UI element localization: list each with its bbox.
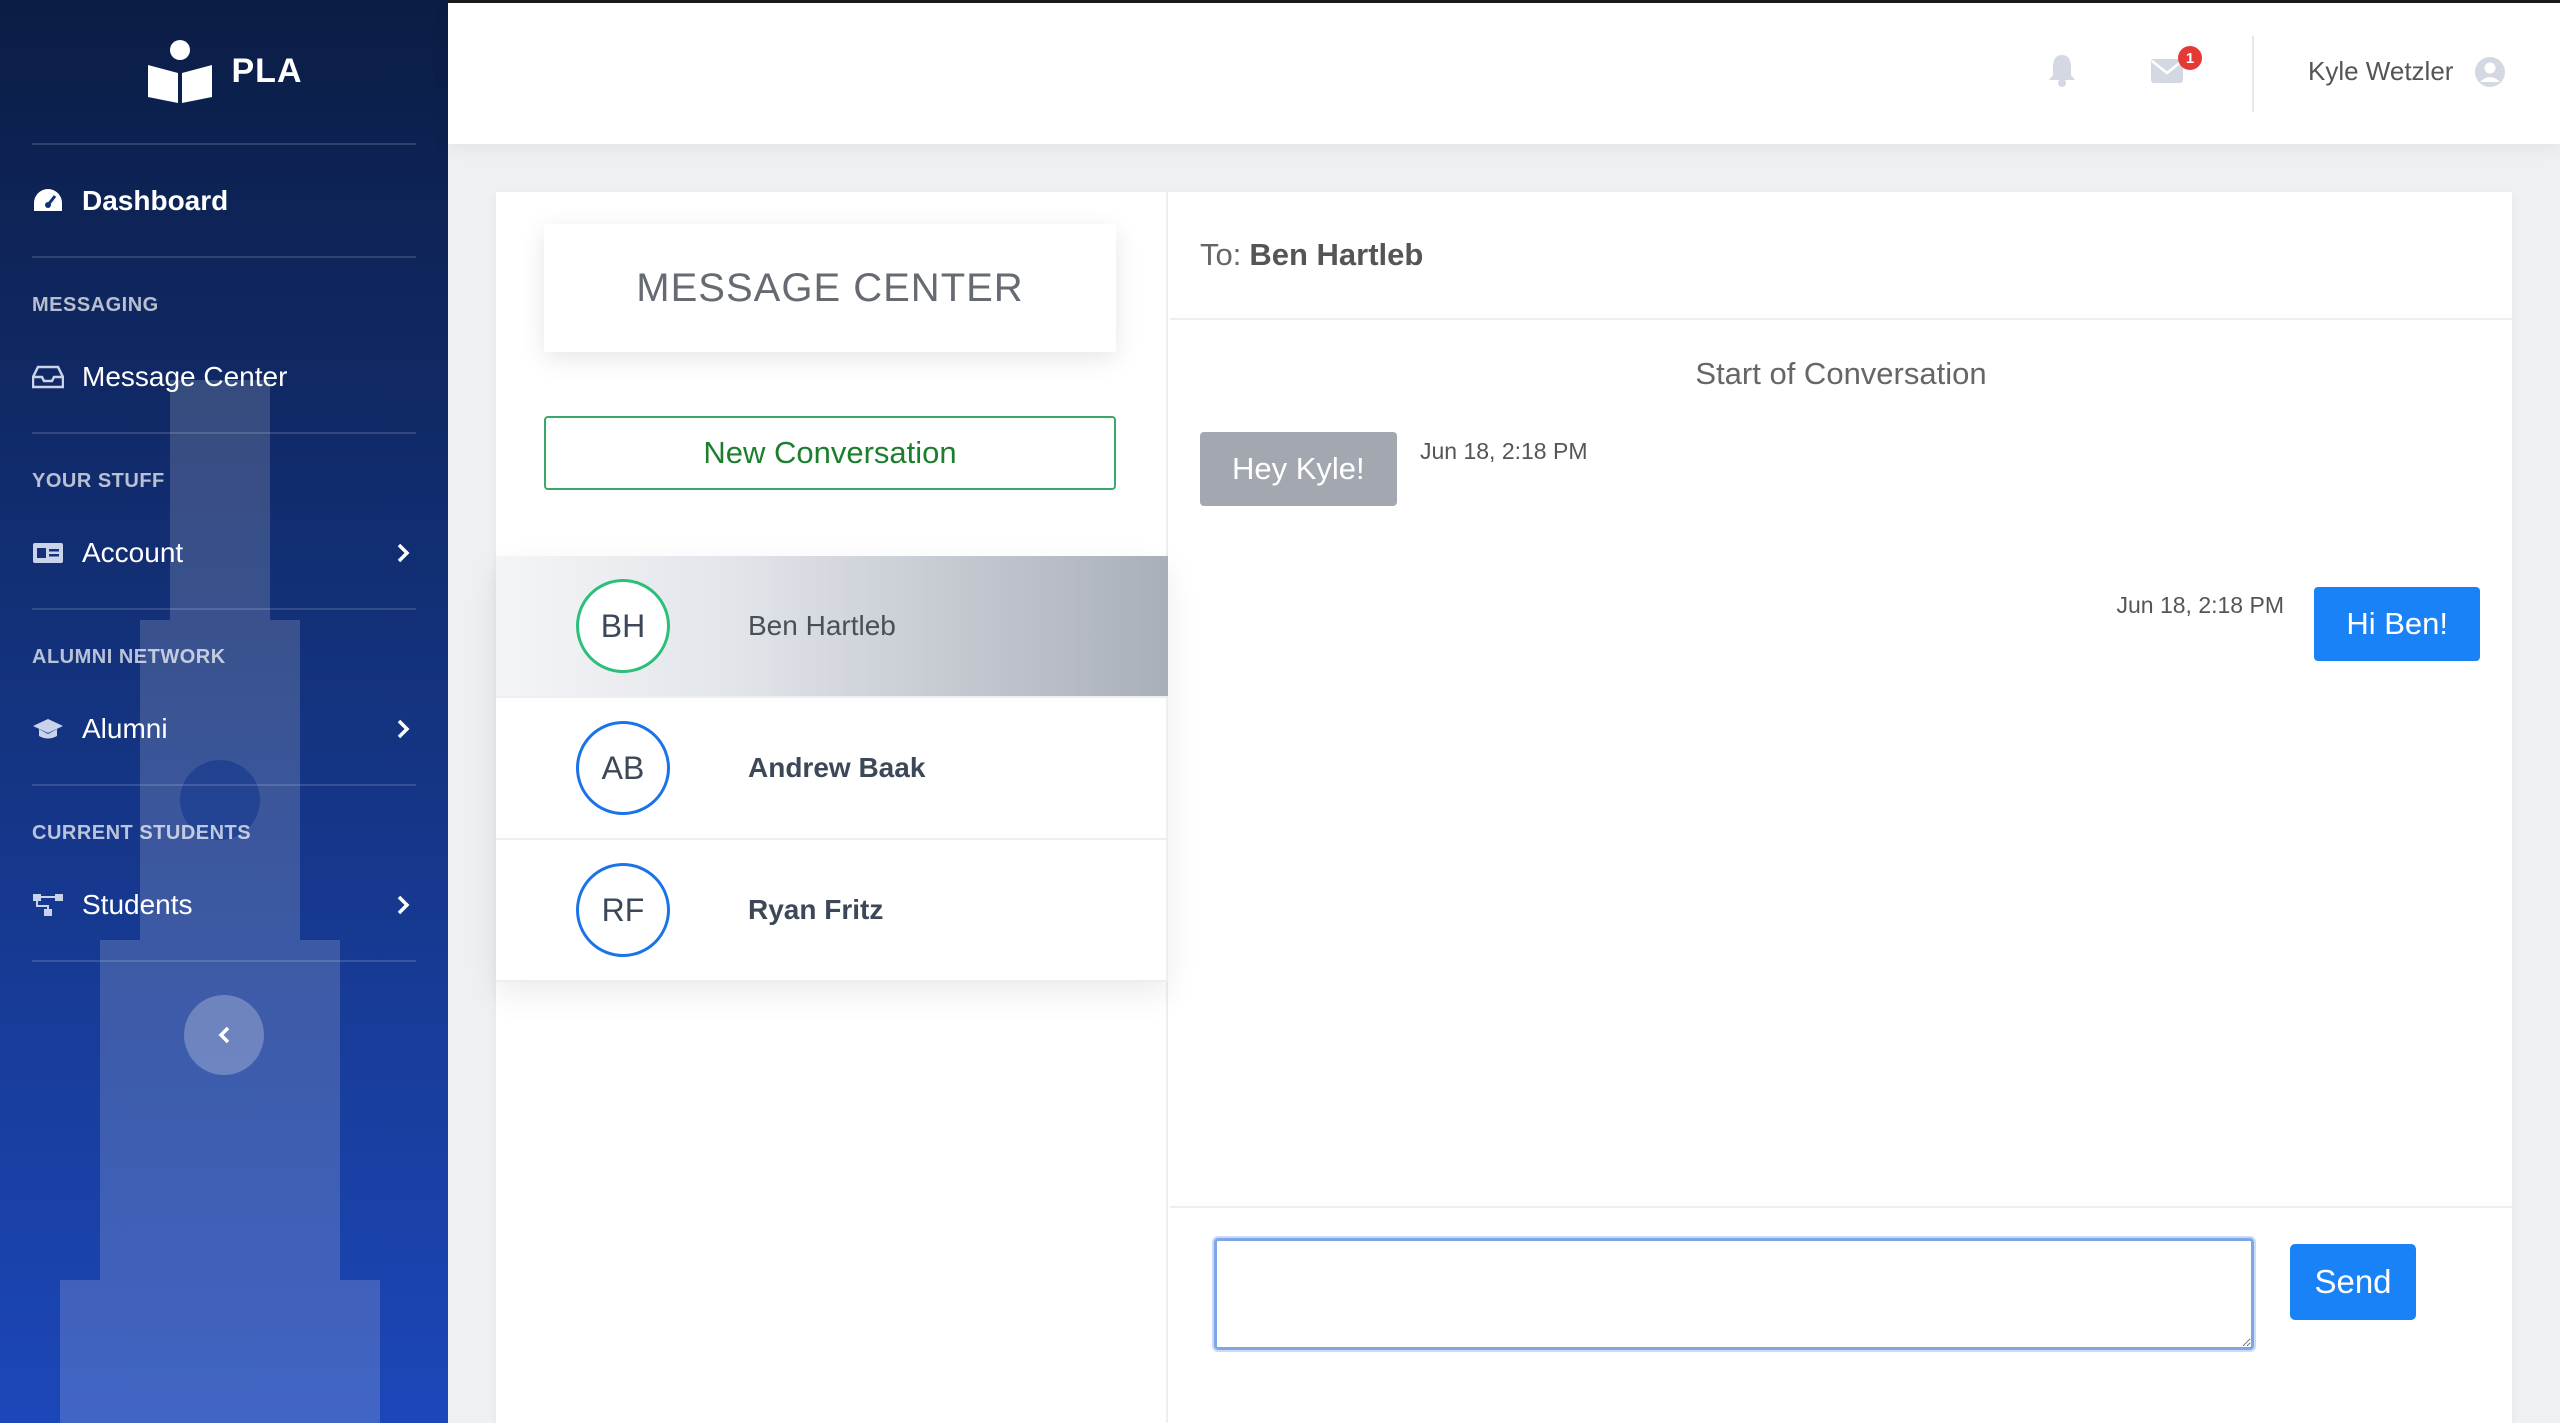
network-icon	[32, 889, 64, 921]
conversation-list: BH Ben Hartleb AB Andrew Baak RF Ryan Fr…	[496, 556, 1168, 982]
sidebar-item-label: Account	[82, 537, 184, 568]
section-label-your-stuff: YOUR STUFF	[32, 470, 165, 492]
user-name[interactable]: Kyle Wetzler	[2308, 56, 2453, 87]
page-title: MESSAGE CENTER	[544, 224, 1116, 352]
id-card-icon	[32, 537, 64, 569]
conversation-start-label: Start of Conversation	[1695, 356, 1987, 391]
sidebar-collapse-button[interactable]	[184, 995, 264, 1075]
conversation-item[interactable]: BH Ben Hartleb	[496, 556, 1168, 698]
bell-icon[interactable]	[2046, 52, 2078, 88]
sidebar-divider	[32, 256, 416, 258]
section-label-alumni-network: ALUMNI NETWORK	[32, 646, 226, 668]
incoming-message: Hey Kyle!	[1200, 432, 1397, 506]
sidebar-divider	[32, 608, 416, 610]
avatar: RF	[576, 863, 670, 957]
chevron-right-icon	[397, 895, 410, 915]
sidebar-item-label: Message Center	[82, 361, 288, 392]
brand-name: PLA	[231, 52, 303, 90]
sidebar: PLA Dashboard MESSAGING Message Center Y…	[0, 0, 448, 1423]
section-label-current-students: CURRENT STUDENTS	[32, 822, 252, 844]
recipient-prefix: To:	[1200, 237, 1242, 272]
chevron-right-icon	[397, 719, 410, 739]
chevron-right-icon	[397, 543, 410, 563]
sidebar-divider	[32, 960, 416, 962]
mail-count-badge: 1	[2178, 46, 2202, 70]
message-timestamp: Jun 18, 2:18 PM	[1420, 438, 1588, 464]
sidebar-item-label: Alumni	[82, 713, 168, 744]
book-reader-icon	[147, 39, 212, 103]
conversation-name: Ryan Fritz	[748, 894, 884, 925]
message-timestamp: Jun 18, 2:18 PM	[2116, 592, 2285, 618]
sidebar-item-account[interactable]: Account	[32, 498, 416, 608]
chat-panel: To: Ben Hartleb Start of Conversation He…	[1170, 192, 2512, 1423]
inbox-icon	[32, 361, 64, 393]
conversation-item[interactable]: RF Ryan Fritz	[496, 840, 1168, 982]
section-label-messaging: MESSAGING	[32, 294, 159, 316]
conversation-panel: MESSAGE CENTER New Conversation BH Ben H…	[496, 192, 1168, 1423]
chevron-left-icon	[218, 1026, 230, 1044]
sidebar-divider	[32, 432, 416, 434]
recipient-header: To: Ben Hartleb	[1170, 192, 2512, 320]
conversation-name: Andrew Baak	[748, 752, 926, 783]
sidebar-item-message-center[interactable]: Message Center	[32, 322, 416, 432]
sidebar-item-dashboard[interactable]: Dashboard	[32, 146, 416, 256]
new-conversation-button[interactable]: New Conversation	[544, 416, 1116, 490]
conversation-item[interactable]: AB Andrew Baak	[496, 698, 1168, 840]
send-button[interactable]: Send	[2290, 1244, 2416, 1320]
sidebar-item-students[interactable]: Students	[32, 850, 416, 960]
sidebar-item-alumni[interactable]: Alumni	[32, 674, 416, 784]
topbar-divider	[2252, 36, 2254, 112]
message-composer: Send	[1170, 1206, 2512, 1423]
graduation-cap-icon	[32, 713, 64, 745]
conversation-name: Ben Hartleb	[748, 610, 896, 641]
message-input[interactable]	[1212, 1236, 2256, 1352]
outgoing-message: Hi Ben!	[2314, 587, 2480, 661]
user-circle-icon[interactable]	[2474, 56, 2506, 88]
sidebar-item-label: Dashboard	[82, 185, 229, 216]
top-bar	[448, 0, 2560, 144]
sidebar-divider	[32, 784, 416, 786]
brand-logo[interactable]: PLA	[32, 0, 416, 145]
avatar: BH	[576, 579, 670, 673]
message-center-card: MESSAGE CENTER New Conversation BH Ben H…	[496, 192, 2512, 1423]
sidebar-item-label: Students	[82, 889, 193, 920]
gauge-icon	[32, 185, 64, 217]
avatar: AB	[576, 721, 670, 815]
recipient-name: Ben Hartleb	[1249, 237, 1424, 272]
